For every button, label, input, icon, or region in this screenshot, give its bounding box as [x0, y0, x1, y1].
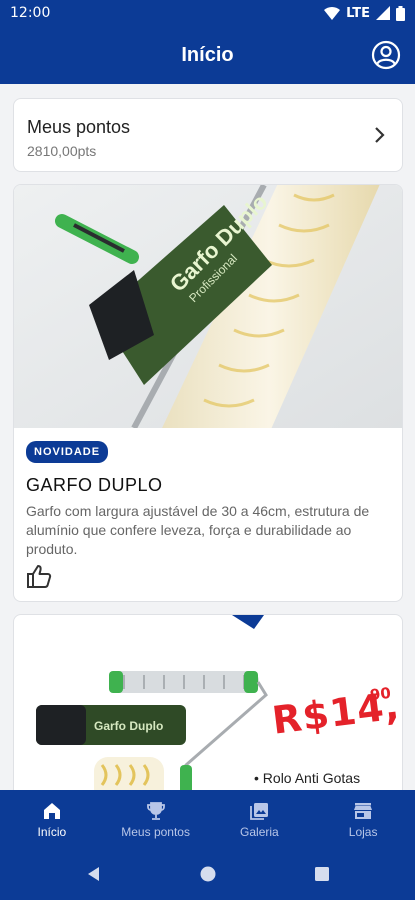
- news-description: Garfo com largura ajustável de 30 a 46cm…: [26, 503, 370, 557]
- news-title: GARFO DUPLO: [26, 475, 163, 495]
- trophy-icon: [146, 801, 165, 820]
- home-feed[interactable]: Meus pontos 2810,00pts Garfo Duplo Profi…: [0, 84, 415, 790]
- nav-gallery-label: Galeria: [240, 824, 279, 839]
- status-bar: 12:00 LTE: [0, 0, 415, 26]
- nav-points[interactable]: Meus pontos: [104, 790, 208, 848]
- battery-icon: [396, 5, 405, 21]
- promo-feature: • Rolo Anti Gotas: [254, 770, 361, 786]
- system-nav-bar: [0, 848, 415, 900]
- gallery-icon: [250, 802, 269, 820]
- promo-price-cents: 90: [368, 683, 392, 705]
- nav-gallery[interactable]: Galeria: [208, 790, 312, 848]
- chevron-right-icon: [375, 127, 385, 143]
- nav-stores[interactable]: Lojas: [311, 790, 415, 848]
- network-type: LTE: [346, 5, 370, 21]
- points-label: Meus pontos: [27, 117, 131, 137]
- bottom-nav: Início Meus pontos Galeria Lojas: [0, 790, 415, 848]
- news-card[interactable]: Garfo Duplo Profissional NOVIDADE GARFO …: [13, 184, 403, 602]
- status-time: 12:00: [10, 5, 51, 21]
- home-button-icon[interactable]: [199, 865, 217, 883]
- back-icon[interactable]: [85, 865, 103, 883]
- status-icons: LTE: [324, 5, 405, 21]
- app-bar: Início: [0, 26, 415, 84]
- product-photo: Garfo Duplo Profissional: [14, 185, 402, 428]
- nav-home[interactable]: Início: [0, 790, 104, 848]
- home-icon: [43, 802, 60, 819]
- store-icon: [354, 802, 373, 819]
- signal-icon: [376, 6, 390, 20]
- profile-icon[interactable]: [371, 40, 401, 70]
- wifi-icon: [324, 7, 341, 20]
- nav-home-label: Início: [37, 824, 67, 839]
- thumbs-up-icon[interactable]: [26, 563, 52, 589]
- page-title: Início: [181, 43, 234, 66]
- promo-card[interactable]: Garfo Duplo R$14, 90 • Rolo Anti Gotas: [13, 614, 403, 790]
- nav-points-label: Meus pontos: [121, 824, 190, 839]
- nav-stores-label: Lojas: [348, 824, 378, 839]
- recents-icon[interactable]: [313, 865, 331, 883]
- points-card[interactable]: Meus pontos 2810,00pts: [13, 98, 403, 172]
- promo-package-title: Garfo Duplo: [94, 719, 163, 733]
- points-value: 2810,00pts: [27, 143, 97, 159]
- status-badge: NOVIDADE: [26, 441, 109, 463]
